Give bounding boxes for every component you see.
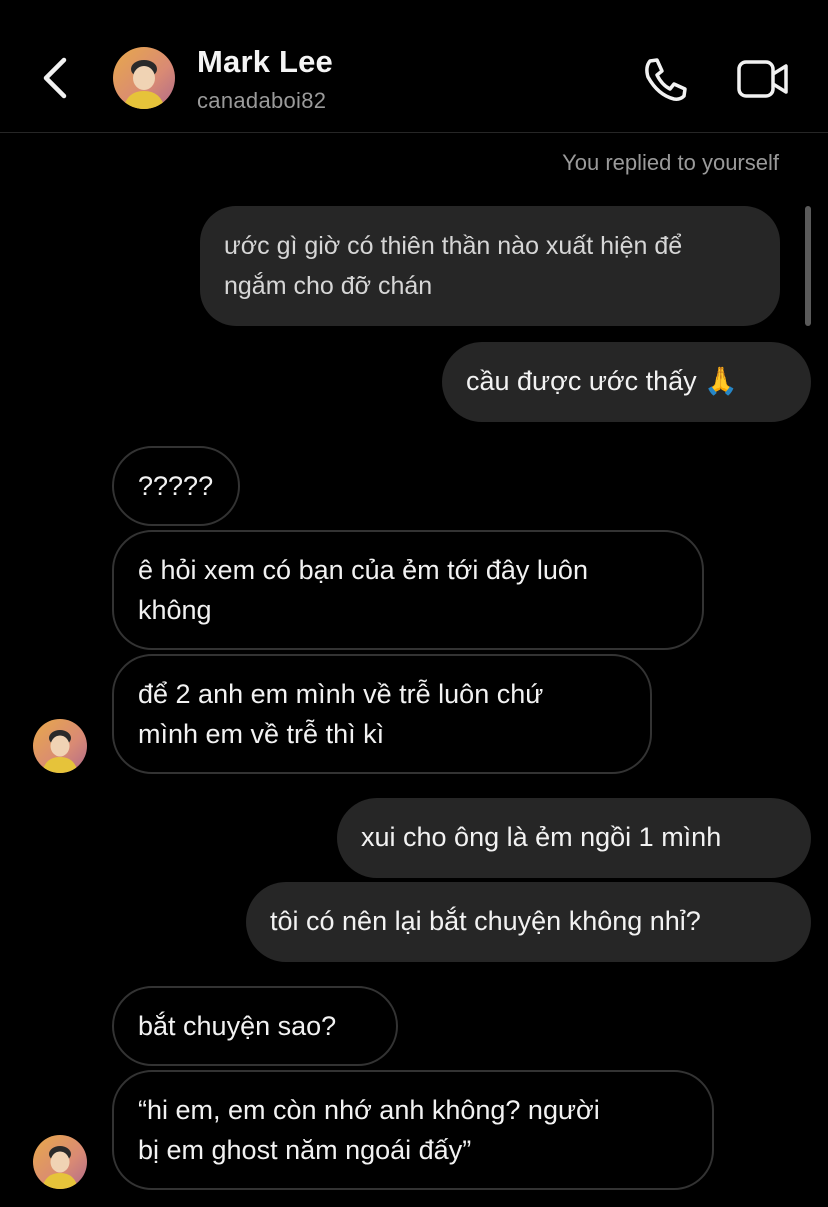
contact-handle[interactable]: canadaboi82	[197, 88, 326, 114]
sender-avatar[interactable]	[33, 1135, 87, 1189]
chat-header: Mark Lee canadaboi82	[0, 0, 828, 133]
message-bubble-sent[interactable]: xui cho ông là ẻm ngồi 1 mình	[337, 798, 811, 878]
message-bubble-sent[interactable]: cầu được ước thấy 🙏	[442, 342, 811, 422]
contact-name[interactable]: Mark Lee	[197, 44, 333, 80]
message-bubble-received[interactable]: ê hỏi xem có bạn của ẻm tới đây luôn khô…	[112, 530, 704, 650]
contact-avatar[interactable]	[113, 47, 175, 109]
message-bubble-received[interactable]: bắt chuyện sao?	[112, 986, 398, 1066]
video-camera-icon[interactable]	[736, 57, 790, 101]
chevron-left-icon[interactable]	[38, 52, 74, 104]
message-bubble-received[interactable]: để 2 anh em mình về trễ luôn chứ mình em…	[112, 654, 652, 774]
message-bubble-sent[interactable]: tôi có nên lại bắt chuyện không nhỉ?	[246, 882, 811, 962]
sender-avatar[interactable]	[33, 719, 87, 773]
quoted-message[interactable]: ước gì giờ có thiên thần nào xuất hiện đ…	[200, 206, 780, 326]
phone-icon[interactable]	[640, 55, 690, 103]
message-bubble-received[interactable]: ?????	[112, 446, 240, 526]
scrollbar[interactable]	[805, 206, 811, 326]
message-bubble-received[interactable]: “hi em, em còn nhớ anh không? người bị e…	[112, 1070, 714, 1190]
reply-note: You replied to yourself	[562, 150, 779, 175]
